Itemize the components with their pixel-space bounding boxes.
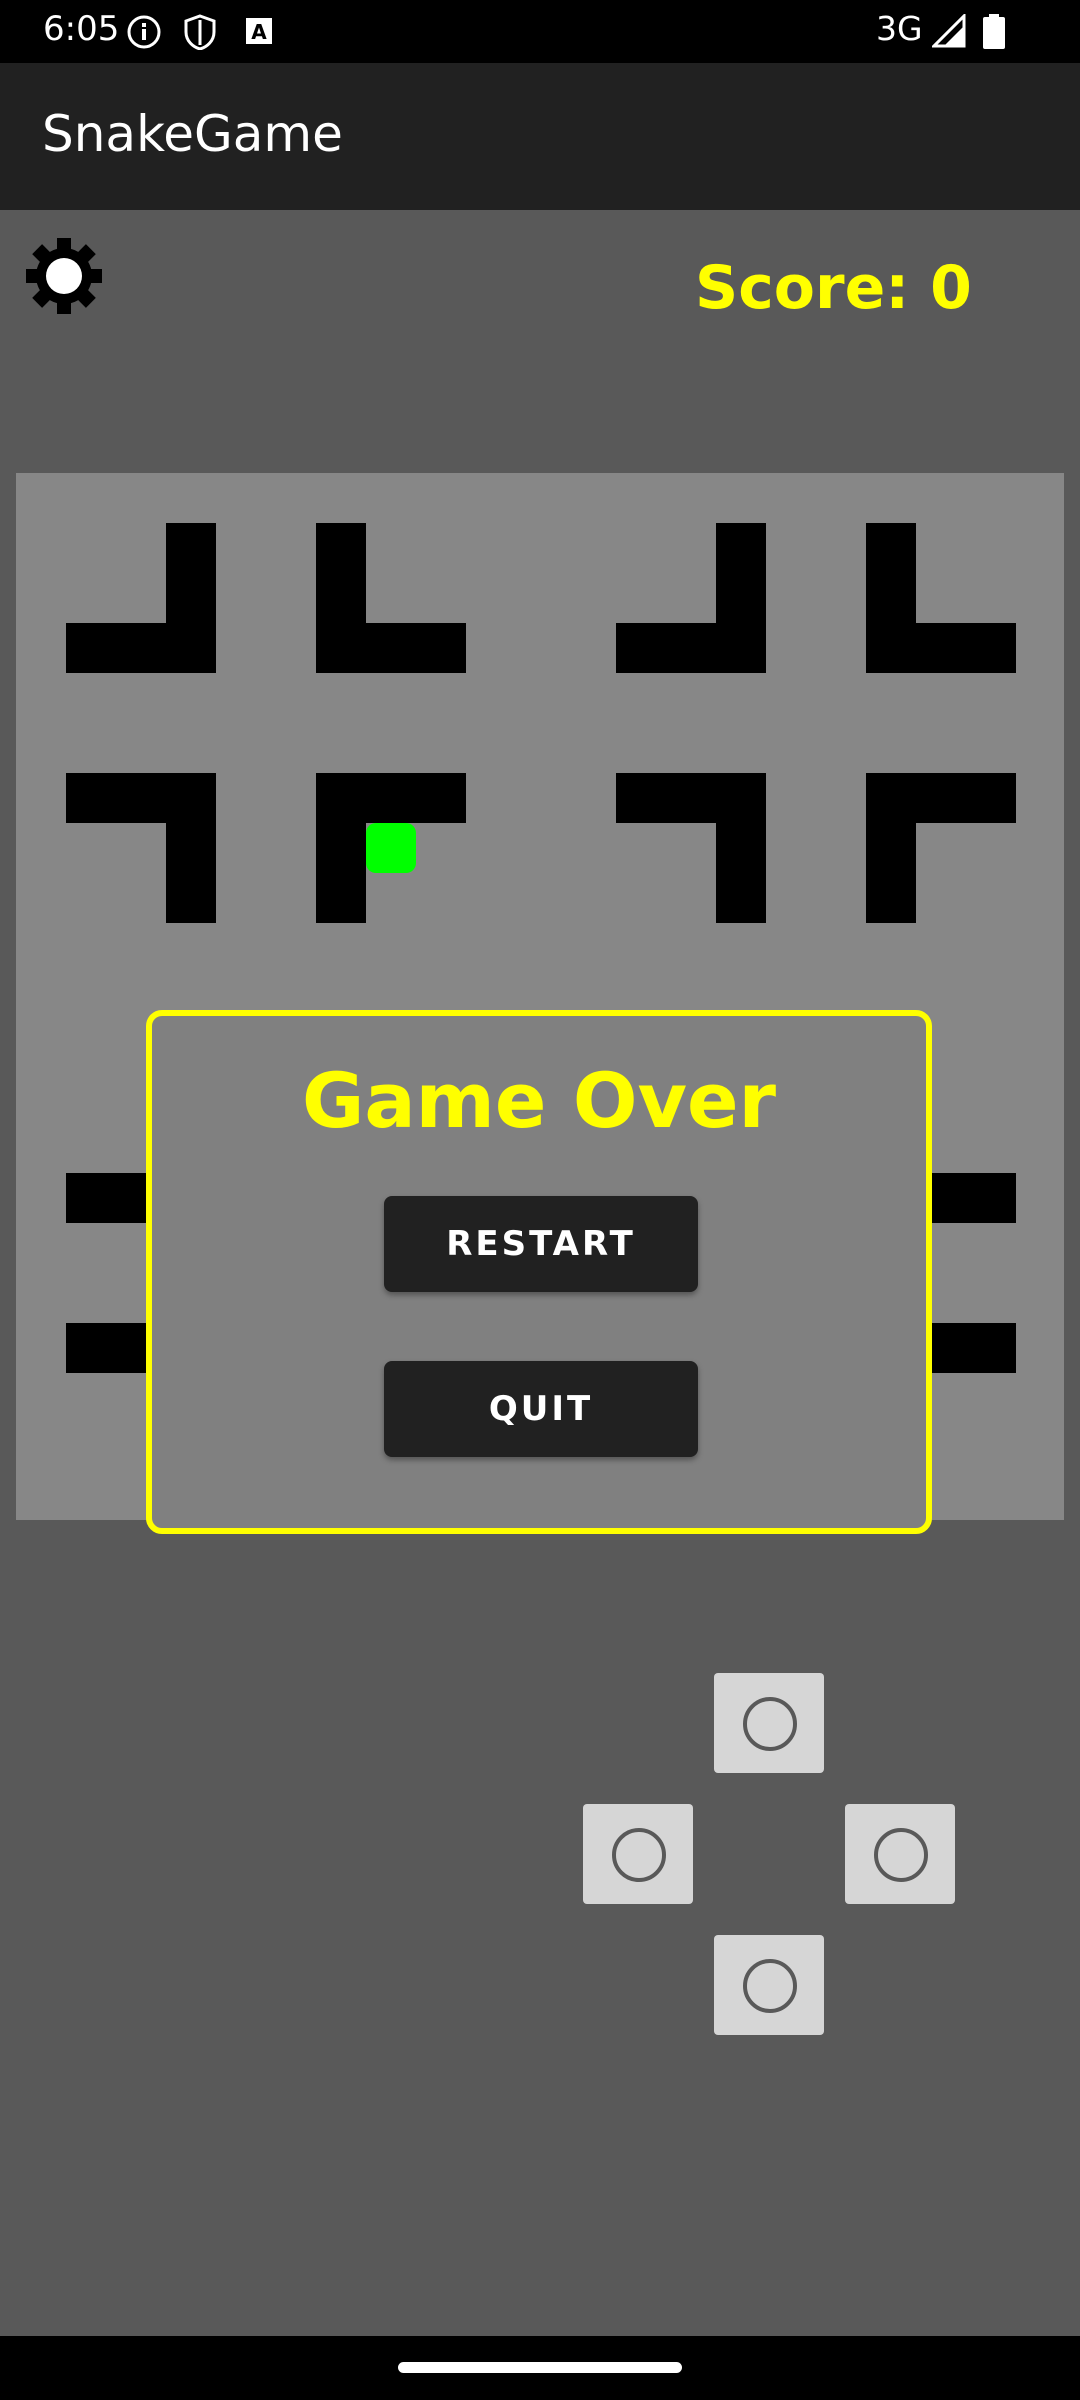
navigation-bar	[0, 2336, 1080, 2400]
wall-block	[166, 823, 216, 873]
snake-head	[366, 823, 416, 873]
wall-block	[666, 773, 716, 823]
quit-button[interactable]: QUIT	[384, 1361, 698, 1457]
wall-block	[366, 773, 416, 823]
signal-icon	[932, 14, 966, 48]
wall-block	[66, 773, 116, 823]
gear-icon	[26, 238, 102, 314]
wall-block	[316, 523, 366, 573]
wall-block	[316, 623, 366, 673]
wall-block	[166, 773, 216, 823]
shield-icon	[184, 14, 216, 50]
wall-block	[866, 823, 916, 873]
wall-block	[316, 873, 366, 923]
wall-block	[166, 623, 216, 673]
home-handle[interactable]	[398, 2362, 682, 2373]
wall-block	[966, 773, 1016, 823]
wall-block	[966, 1323, 1016, 1373]
wall-block	[316, 823, 366, 873]
wall-block	[166, 523, 216, 573]
wall-block	[666, 623, 716, 673]
wall-block	[66, 623, 116, 673]
restart-button[interactable]: RESTART	[384, 1196, 698, 1292]
wall-block	[866, 623, 916, 673]
score-label: Score: 0	[695, 253, 972, 323]
wall-block	[116, 623, 166, 673]
wall-block	[716, 623, 766, 673]
dialog-title: Game Over	[301, 1056, 777, 1145]
wall-block	[916, 773, 966, 823]
app-bar: SnakeGame	[0, 63, 1080, 210]
wall-block	[166, 873, 216, 923]
network-type: 3G	[876, 9, 923, 48]
wall-block	[866, 523, 916, 573]
app-title: SnakeGame	[42, 105, 343, 163]
wall-block	[616, 623, 666, 673]
wall-block	[316, 773, 366, 823]
wall-block	[416, 623, 466, 673]
wall-block	[966, 1173, 1016, 1223]
wall-block	[66, 1323, 116, 1373]
a-icon: A	[246, 18, 272, 44]
wall-block	[166, 573, 216, 623]
circle-icon	[743, 1959, 797, 2013]
circle-icon	[612, 1828, 666, 1882]
wall-block	[116, 773, 166, 823]
wall-block	[916, 623, 966, 673]
dpad-left-button[interactable]	[583, 1804, 693, 1904]
wall-block	[366, 623, 416, 673]
wall-block	[716, 573, 766, 623]
wall-block	[716, 523, 766, 573]
dpad-down-button[interactable]	[714, 1935, 824, 2035]
battery-icon	[983, 14, 1005, 49]
wall-block	[866, 873, 916, 923]
wall-block	[716, 773, 766, 823]
wall-block	[66, 1173, 116, 1223]
wall-block	[866, 573, 916, 623]
svg-text:A: A	[251, 20, 267, 44]
wall-block	[966, 623, 1016, 673]
settings-button[interactable]	[24, 236, 104, 316]
game-over-dialog: Game Over RESTART QUIT	[146, 1010, 932, 1534]
status-time: 6:05	[43, 9, 120, 49]
circle-icon	[743, 1697, 797, 1751]
circle-icon	[874, 1828, 928, 1882]
wall-block	[416, 773, 466, 823]
wall-block	[716, 823, 766, 873]
dpad-up-button[interactable]	[714, 1673, 824, 1773]
info-icon	[127, 15, 161, 49]
status-bar: 6:05 A 3G	[0, 0, 1080, 63]
wall-block	[866, 773, 916, 823]
wall-block	[716, 873, 766, 923]
wall-block	[316, 573, 366, 623]
dpad-right-button[interactable]	[845, 1804, 955, 1904]
wall-block	[616, 773, 666, 823]
